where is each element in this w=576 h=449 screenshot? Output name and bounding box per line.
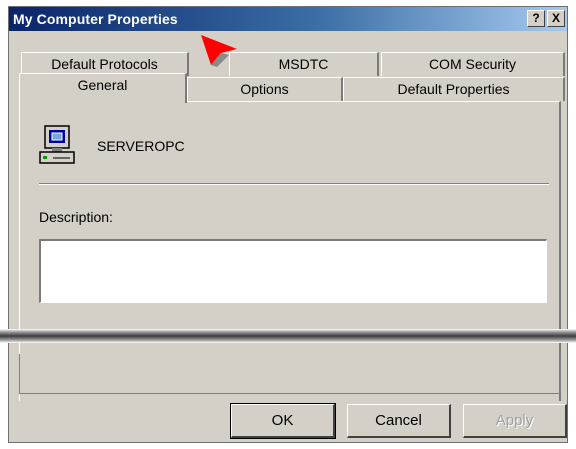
pointer-cursor-icon (201, 35, 237, 67)
divider (39, 183, 549, 185)
help-icon: ? (532, 11, 540, 25)
properties-dialog: My Computer Properties ? X Default Proto… (8, 6, 568, 443)
tab-msdtc[interactable]: MSDTC (229, 52, 379, 76)
tab-label: COM Security (428, 56, 517, 72)
lower-group-box (19, 354, 561, 394)
ok-button[interactable]: OK (230, 403, 336, 439)
close-button[interactable]: X (547, 10, 565, 27)
cancel-button[interactable]: Cancel (347, 404, 451, 438)
computer-icon (39, 125, 75, 164)
tab-label: General (77, 77, 128, 93)
tab-options[interactable]: Options (187, 77, 343, 101)
close-icon: X (551, 11, 560, 25)
description-field[interactable] (39, 239, 547, 303)
tab-label: Default Protocols (51, 56, 158, 72)
tab-label: Options (240, 81, 289, 97)
window-title: My Computer Properties (13, 11, 178, 27)
title-bar[interactable]: My Computer Properties ? X (9, 7, 567, 31)
tab-general[interactable]: General (19, 73, 187, 103)
tab-com-security[interactable]: COM Security (381, 52, 565, 76)
computer-name: SERVEROPC (97, 138, 185, 154)
help-button[interactable]: ? (527, 10, 545, 27)
torn-edge-divider (0, 329, 576, 343)
tab-label: Default Properties (397, 81, 510, 97)
tab-default-properties[interactable]: Default Properties (343, 77, 565, 101)
apply-button[interactable]: Apply (463, 404, 567, 438)
description-label: Description: (39, 209, 113, 225)
tab-label: MSDTC (278, 56, 329, 72)
